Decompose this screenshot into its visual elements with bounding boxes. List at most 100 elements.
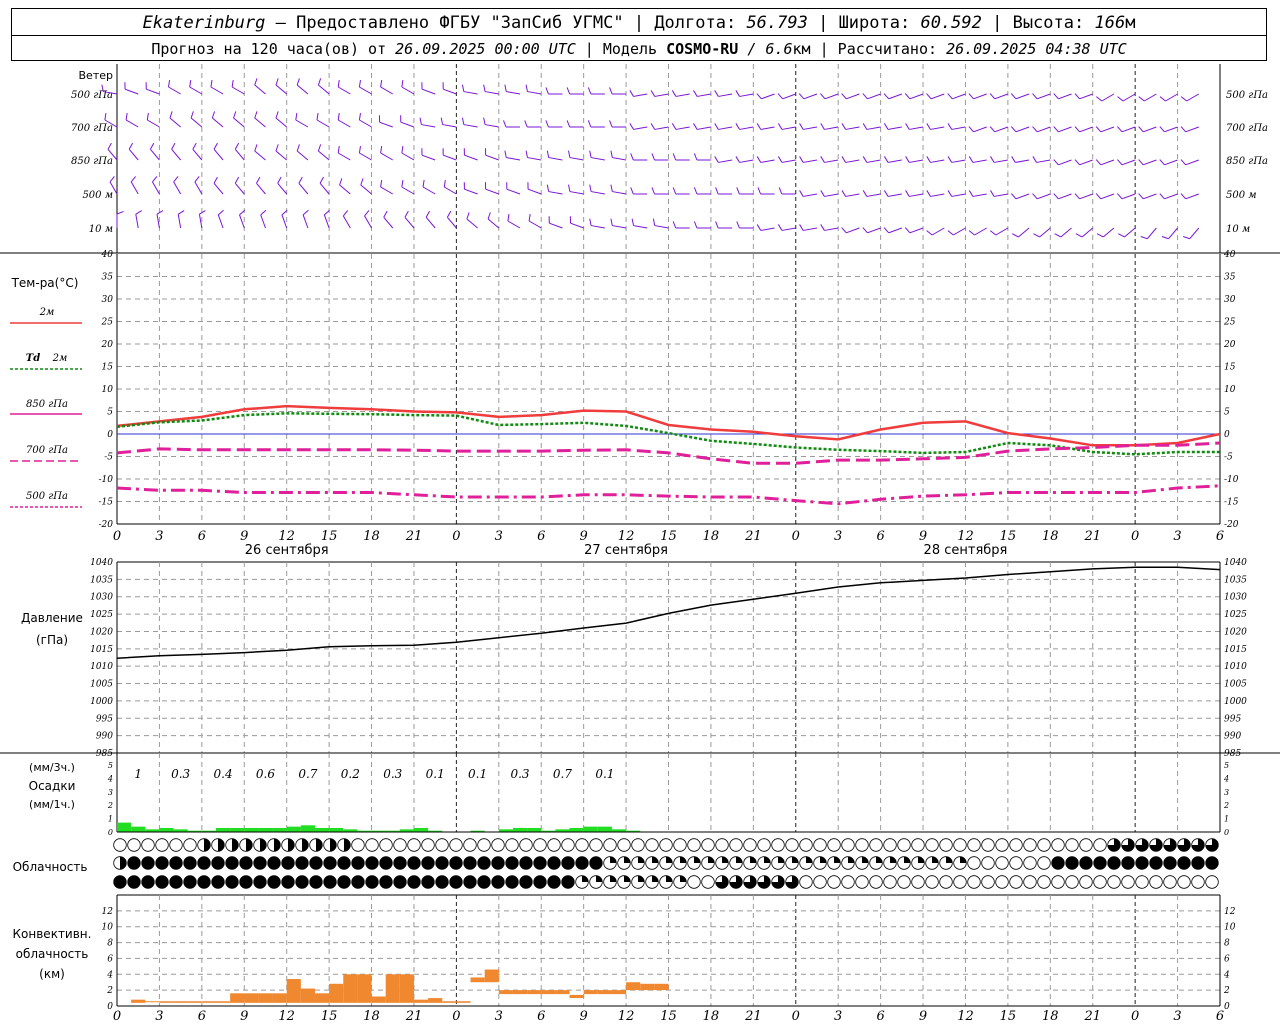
wind-barb-feather (425, 210, 430, 218)
wind-barb (675, 93, 690, 97)
wind-level-label-right: 700 гПа (1226, 123, 1268, 134)
cloud-symbol (687, 838, 701, 852)
wind-barb-feather (926, 93, 932, 100)
conv-bar (173, 1001, 188, 1003)
wind-barb-feather (231, 80, 234, 88)
wind-barb (1101, 93, 1115, 102)
wind-barb (887, 126, 902, 130)
wind-barb-feather (736, 221, 740, 229)
wind-barb (527, 188, 542, 195)
cloud-symbol-fill (862, 856, 869, 863)
cloud-symbol (701, 875, 715, 889)
wind-barb-feather (990, 156, 995, 163)
wind-barb (401, 86, 415, 95)
cloud-symbol (981, 875, 995, 889)
wind-barb (972, 159, 987, 163)
wind-level-label-left: 10 м (89, 224, 113, 235)
x-tick-label: 15 (660, 529, 677, 544)
wind-barb-feather (905, 123, 910, 130)
wind-barb-feather (302, 209, 309, 216)
precip-bar (413, 827, 429, 832)
wind-barb (233, 117, 245, 128)
wind-barb-feather (104, 113, 107, 121)
x-tick-label: 6 (876, 1009, 884, 1024)
wind-barb (866, 159, 881, 163)
cloud-symbol-fill (365, 875, 379, 889)
cloud-symbol-fill (309, 875, 323, 889)
wind-barb-feather (610, 218, 613, 226)
pressure-ytick-left: 1015 (90, 645, 113, 655)
cloud-symbol-fill (533, 856, 547, 870)
cloud-symbol-fill (239, 856, 253, 870)
cloud-symbol-fill (666, 856, 673, 863)
legend-2m-label: 2м (39, 307, 55, 318)
wind-barb-feather (609, 120, 613, 128)
pressure-ytick-right: 990 (1224, 732, 1241, 742)
precip-ytick-right: 2 (1223, 801, 1229, 810)
wind-barb-feather (210, 80, 213, 88)
temp-ytick-right: 0 (1224, 430, 1230, 440)
cloud-symbol-fill (421, 875, 435, 889)
wind-barb (337, 86, 351, 95)
x-tick-label: 12 (618, 529, 635, 544)
wind-barb-feather (589, 184, 592, 192)
cloud-symbol (169, 838, 183, 852)
cloud-symbol-fill (449, 875, 463, 889)
wind-barb (1143, 93, 1157, 102)
wind-barb-feather (211, 111, 216, 119)
wind-barb-feather (672, 153, 677, 161)
wind-barb (760, 227, 775, 231)
wind-barb (275, 150, 288, 161)
wind-barb (1036, 93, 1051, 100)
wind-barb (506, 157, 521, 161)
cloud-symbol-fill (491, 875, 505, 889)
wind-barb (124, 88, 139, 95)
conv-bar (498, 990, 513, 995)
cloud-symbol-fill (624, 875, 631, 882)
cloud-symbol (855, 838, 869, 852)
wind-barb (1164, 193, 1178, 200)
cloud-symbol-fill (694, 856, 701, 863)
x-tick-label: 15 (1000, 1009, 1017, 1024)
conv-bar (527, 990, 542, 995)
wind-barb-feather (1010, 193, 1017, 200)
conv-title-3: (км) (39, 967, 65, 981)
wind-barb (803, 227, 818, 231)
wind-barb (146, 88, 160, 95)
cloud-symbol-fill (519, 875, 533, 889)
cloud-symbol-fill (253, 875, 267, 889)
cloud-symbol-fill (946, 856, 953, 863)
cloud-symbol (547, 838, 561, 852)
conv-bar (413, 999, 429, 1003)
wind-barb-feather (820, 190, 825, 197)
wind-level-label-left: 500 гПа (71, 90, 113, 101)
cloud-symbol (813, 875, 827, 889)
wind-barb (930, 93, 945, 100)
cloud-symbol (925, 875, 939, 889)
cloud-symbol-fill (407, 856, 421, 870)
precip-3h-amount: 0.7 (298, 767, 317, 781)
wind-barb (1121, 159, 1136, 166)
wind-barb (464, 188, 478, 195)
wind-barb (866, 126, 881, 130)
wind-barb (485, 188, 499, 195)
conv-bar (484, 969, 499, 983)
x-tick-label: 9 (580, 1009, 588, 1024)
conv-ytick-right: 0 (1224, 1002, 1230, 1012)
wind-barb (931, 227, 945, 236)
wind-barb-feather (693, 187, 698, 195)
wind-barb-feather (990, 190, 995, 197)
wind-barb-feather (213, 142, 218, 150)
pressure-ytick-right: 1020 (1224, 627, 1247, 637)
wind-barb (824, 126, 839, 130)
wind-barb-feather (440, 117, 444, 125)
wind-barb-feather (883, 227, 890, 234)
x-tick-label: 21 (405, 1009, 423, 1024)
precip-ytick-left: 4 (107, 774, 113, 783)
cloud-symbol-fill (1149, 856, 1163, 870)
cloud-symbol (561, 838, 575, 852)
wind-barb-feather (671, 90, 677, 97)
wind-barb (1015, 159, 1030, 163)
temp-ytick-right: -5 (1224, 453, 1233, 463)
wind-barb-feather (298, 176, 303, 184)
